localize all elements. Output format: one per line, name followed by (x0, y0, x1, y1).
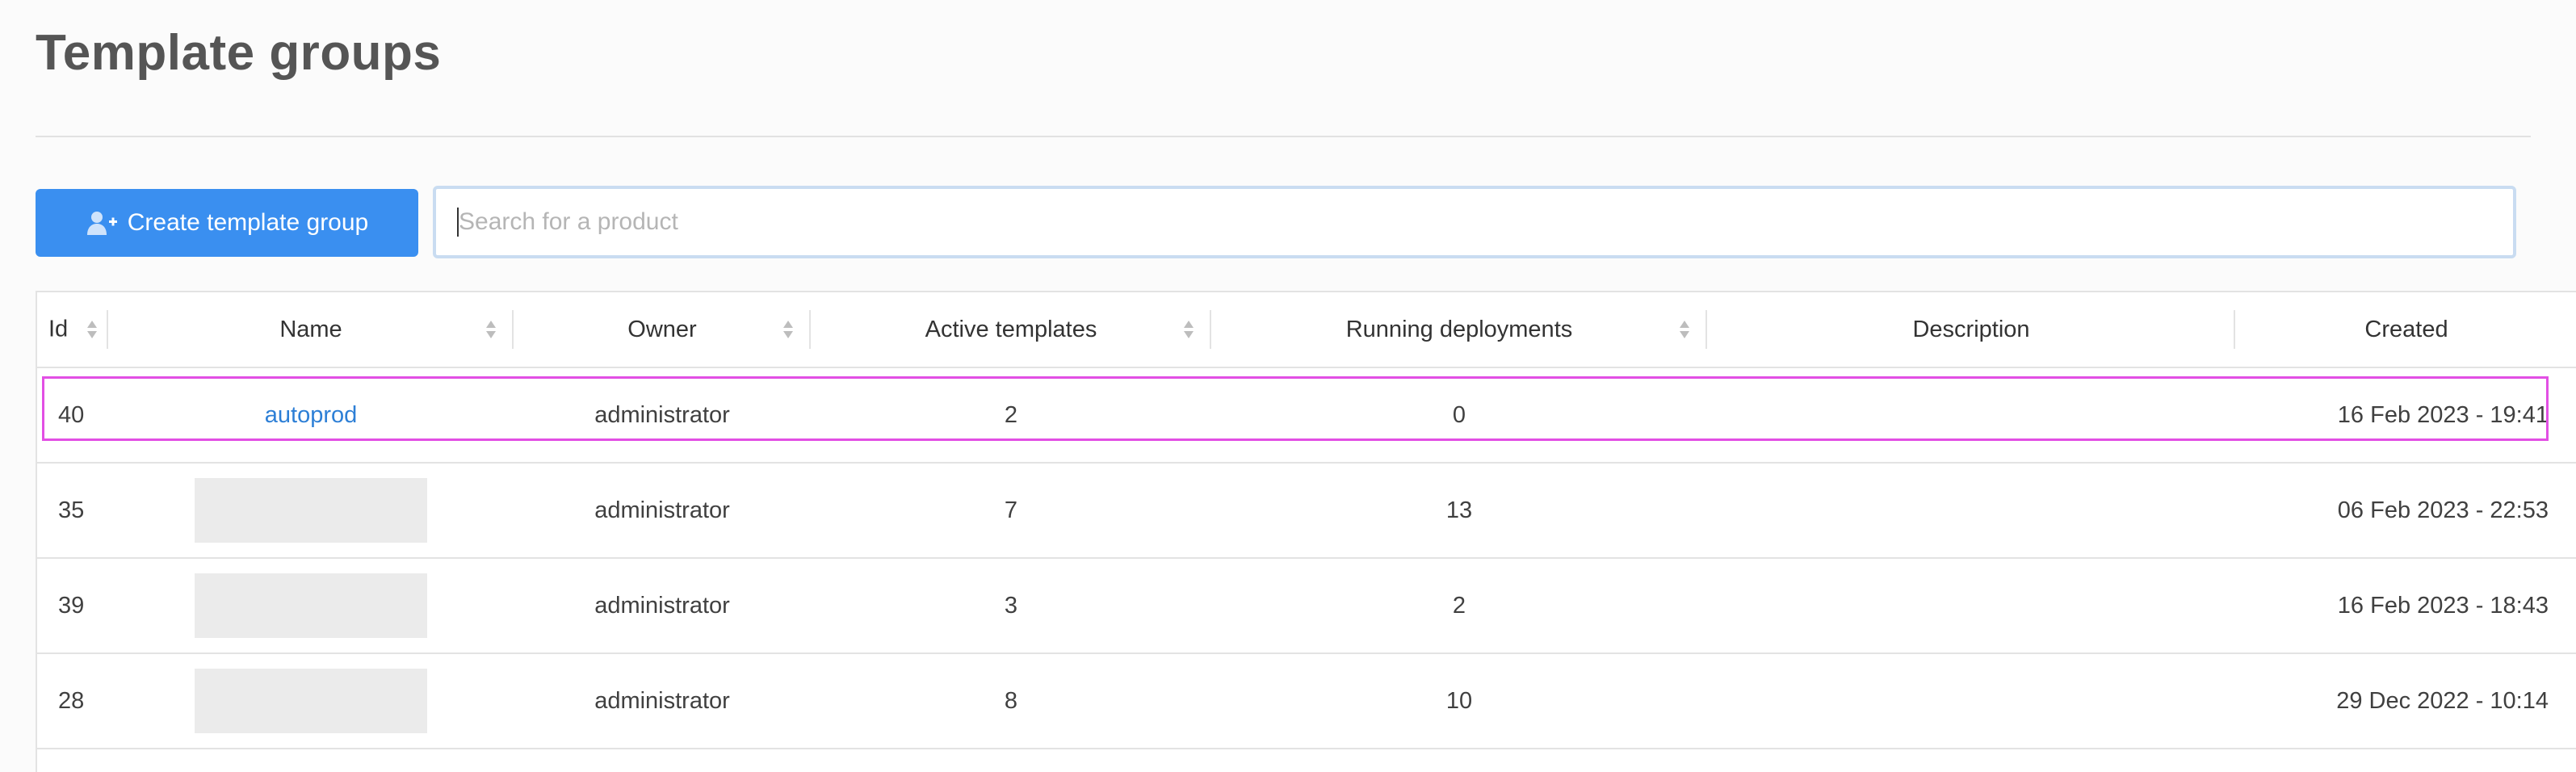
column-header-active-templates[interactable]: Active templates (811, 292, 1211, 368)
column-header-label: Created (2364, 316, 2448, 342)
cell-created: 29 Dec 2022 - 10:14 (2235, 653, 2576, 749)
title-divider (36, 136, 2531, 137)
redacted-name (195, 573, 427, 638)
create-template-group-label: Create template group (127, 209, 369, 236)
sort-icon[interactable] (86, 319, 99, 340)
cell-description (1707, 463, 2235, 559)
cell-description (1707, 367, 2235, 464)
page-title: Template groups (36, 25, 442, 81)
cell-name (108, 463, 514, 559)
search-field[interactable] (433, 186, 2516, 258)
cell-created: 16 Feb 2023 - 18:43 (2235, 558, 2576, 654)
redacted-name (195, 478, 427, 543)
cell-description (1707, 653, 2235, 749)
template-groups-table: Id Name Owner Active templates Running d… (36, 291, 2576, 772)
toolbar: Create template group (36, 189, 418, 257)
cell-running-deployments: 0 (1211, 367, 1707, 464)
cell-created: 16 Feb 2023 - 19:41 (2235, 367, 2576, 464)
cell-active-templates: 8 (811, 653, 1211, 749)
column-header-description: Description (1707, 292, 2235, 368)
column-header-id[interactable]: Id (37, 292, 108, 368)
cell-name (108, 653, 514, 749)
table-row[interactable]: 28 administrator 8 10 29 Dec 2022 - 10:1… (37, 653, 2576, 749)
column-header-label: Running deployments (1345, 316, 1573, 342)
cell-owner: administrator (514, 653, 811, 749)
cell-active-templates: 2 (811, 367, 1211, 464)
table-header: Id Name Owner Active templates Running d… (37, 292, 2576, 368)
column-header-label: Owner (627, 316, 697, 342)
sort-icon[interactable] (1678, 319, 1691, 340)
cell-active-templates: 7 (811, 463, 1211, 559)
sort-icon[interactable] (782, 319, 795, 340)
template-group-link[interactable]: autoprod (265, 402, 358, 428)
sort-icon[interactable] (485, 319, 497, 340)
column-header-label: Name (279, 316, 342, 342)
search-input[interactable] (436, 189, 2513, 255)
cell-running-deployments: 2 (1211, 558, 1707, 654)
table-row[interactable]: 40 autoprod administrator 2 0 16 Feb 202… (37, 367, 2576, 464)
cell-owner: administrator (514, 558, 811, 654)
add-user-icon (86, 209, 118, 237)
column-header-owner[interactable]: Owner (514, 292, 811, 368)
column-header-running-deployments[interactable]: Running deployments (1211, 292, 1707, 368)
text-caret (457, 208, 459, 237)
create-template-group-button[interactable]: Create template group (36, 189, 418, 257)
cell-created: 06 Feb 2023 - 22:53 (2235, 463, 2576, 559)
cell-name: autoprod (108, 367, 514, 464)
cell-id: 35 (37, 463, 108, 559)
cell-id: 28 (37, 653, 108, 749)
sort-icon[interactable] (1182, 319, 1195, 340)
cell-id: 39 (37, 558, 108, 654)
cell-description (1707, 558, 2235, 654)
table-body: 40 autoprod administrator 2 0 16 Feb 202… (37, 367, 2576, 749)
cell-running-deployments: 13 (1211, 463, 1707, 559)
table-row[interactable]: 35 administrator 7 13 06 Feb 2023 - 22:5… (37, 463, 2576, 559)
column-header-label: Active templates (925, 316, 1097, 342)
column-header-label: Description (1912, 316, 2030, 342)
cell-id: 40 (37, 367, 108, 464)
template-groups-page: Template groups Create template group Se… (0, 0, 2576, 772)
column-header-label: Id (48, 316, 69, 342)
cell-owner: administrator (514, 463, 811, 559)
cell-owner: administrator (514, 367, 811, 464)
column-header-name[interactable]: Name (108, 292, 514, 368)
cell-running-deployments: 10 (1211, 653, 1707, 749)
table-row[interactable]: 39 administrator 3 2 16 Feb 2023 - 18:43 (37, 558, 2576, 654)
redacted-name (195, 669, 427, 733)
cell-name (108, 558, 514, 654)
column-header-created[interactable]: Created (2235, 292, 2576, 368)
cell-active-templates: 3 (811, 558, 1211, 654)
